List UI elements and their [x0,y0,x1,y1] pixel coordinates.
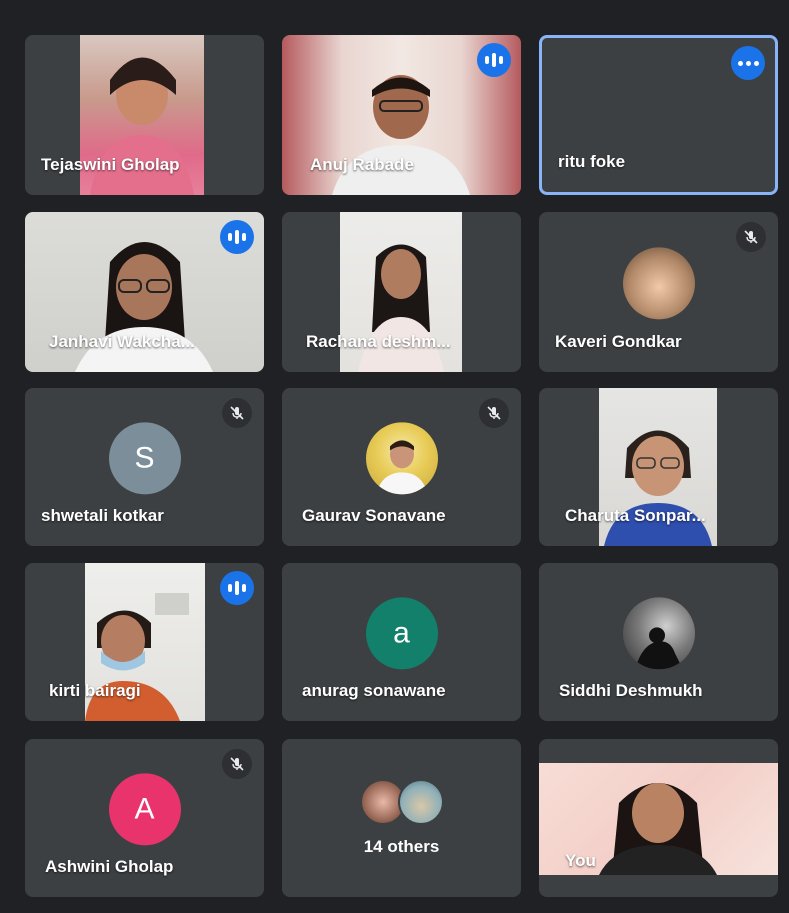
participant-tile-janhavi-wakcha[interactable]: Janhavi Wakcha... [25,212,264,372]
participant-grid: Tejaswini Gholap Anuj Rabade ritu foke J… [0,0,789,913]
participant-tile-charuta-sonpar[interactable]: Charuta Sonpar... [539,388,778,546]
avatar: a [365,597,438,670]
participant-tile-ashwini-gholap[interactable]: A Ashwini Gholap [25,739,264,897]
participant-name: ritu foke [558,152,626,171]
avatar: S [108,422,181,495]
participant-tile-shwetali-kotkar[interactable]: S shwetali kotkar [25,388,264,546]
participant-name: Rachana deshm... [306,332,451,351]
mic-off-icon [736,222,766,252]
participant-tile-kirti-bairagi[interactable]: kirti bairagi [25,563,264,721]
participant-tile-ritu-foke[interactable]: ritu foke [539,35,778,195]
participant-name: Kaveri Gondkar [555,332,682,351]
more-options-icon[interactable] [731,46,765,80]
participant-tile-anurag-sonawane[interactable]: a anurag sonawane [282,563,521,721]
participant-name: Janhavi Wakcha... [49,332,195,351]
speaking-indicator-icon [220,220,254,254]
mic-off-icon [479,398,509,428]
participant-tile-anuj-rabade[interactable]: Anuj Rabade [282,35,521,195]
participant-name: You [565,851,596,870]
participant-name: kirti bairagi [49,681,141,700]
participant-name: Charuta Sonpar... [565,506,706,525]
participant-tile-tejaswini-gholap[interactable]: Tejaswini Gholap [25,35,264,195]
self-view-tile[interactable]: You [539,739,778,897]
participant-tile-rachana-deshm[interactable]: Rachana deshm... [282,212,521,372]
participant-name: Siddhi Deshmukh [559,681,703,700]
others-tile[interactable]: 14 others [282,739,521,897]
mic-off-icon [222,749,252,779]
speaking-indicator-icon [220,571,254,605]
person-silhouette-icon [375,440,428,495]
participant-tile-gaurav-sonavane[interactable]: Gaurav Sonavane [282,388,521,546]
speaking-indicator-icon [477,43,511,77]
avatar [622,597,695,670]
participant-name: Anuj Rabade [310,155,414,174]
avatar [397,779,444,825]
avatar: A [108,773,181,846]
participant-tile-kaveri-gondkar[interactable]: Kaveri Gondkar [539,212,778,372]
mic-off-icon [222,398,252,428]
participant-name: Ashwini Gholap [45,857,174,876]
participant-name: anurag sonawane [302,681,446,700]
participant-name: Gaurav Sonavane [302,506,446,525]
avatar [622,247,695,320]
participant-name: Tejaswini Gholap [41,155,180,174]
avatar [365,422,438,495]
others-avatars [359,779,444,825]
participant-tile-siddhi-deshmukh[interactable]: Siddhi Deshmukh [539,563,778,721]
person-silhouette-icon [634,627,683,670]
participant-name: shwetali kotkar [41,506,164,525]
others-count-label: 14 others [363,837,440,856]
